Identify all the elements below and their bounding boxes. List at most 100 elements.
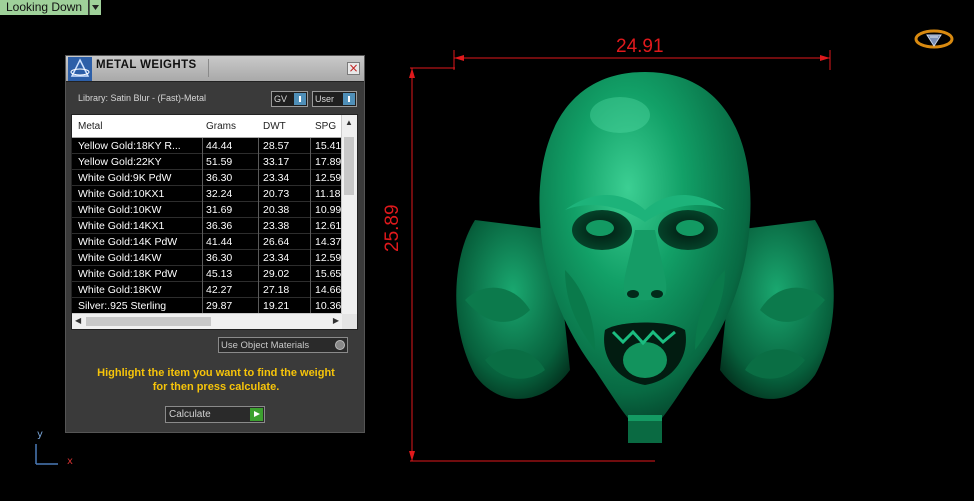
axis-x-label: x <box>67 456 73 467</box>
app-logo-icon <box>68 57 92 81</box>
vertical-scrollbar[interactable]: ▲ <box>341 115 357 314</box>
column-divider <box>258 218 259 234</box>
table-cell: 29.87 <box>206 300 233 312</box>
metal-weights-dialog: METAL WEIGHTS × Library: Satin Blur - (F… <box>65 55 365 433</box>
table-cell: 15.41 <box>315 140 342 152</box>
height-dimension-label: 25.89 <box>382 204 403 252</box>
table-cell: 17.89 <box>315 156 342 168</box>
table-cell: 14.37 <box>315 236 342 248</box>
table-cell: 23.34 <box>263 252 290 264</box>
table-body: Yellow Gold:18KY R... 44.44 28.57 15.41 Yell… <box>72 138 342 314</box>
table-cell: 23.34 <box>263 172 290 184</box>
table-row[interactable]: White Gold:9K PdW 36.30 23.34 12.59 <box>72 170 342 186</box>
table-cell: 45.13 <box>206 268 233 280</box>
table-cell: 36.36 <box>206 220 233 232</box>
column-divider <box>258 234 259 250</box>
column-divider <box>310 266 311 282</box>
table-cell: 33.17 <box>263 156 290 168</box>
table-cell: 12.61 <box>315 220 342 232</box>
calculate-button[interactable]: Calculate <box>165 406 265 423</box>
column-divider <box>310 234 311 250</box>
table-row[interactable]: White Gold:18K PdW 45.13 29.02 15.65 <box>72 266 342 282</box>
gv-dropdown[interactable]: GV <box>271 91 308 107</box>
table-row[interactable]: White Gold:18KW 42.27 27.18 14.66 <box>72 282 342 298</box>
dropdown-toggle-icon[interactable] <box>294 93 306 105</box>
play-arrow-icon[interactable] <box>250 408 263 421</box>
column-divider <box>202 138 203 154</box>
column-divider <box>202 154 203 170</box>
column-divider <box>202 186 203 202</box>
table-cell: White Gold:14KW <box>78 252 162 264</box>
scroll-corner <box>342 314 357 329</box>
table-cell: 51.59 <box>206 156 233 168</box>
metal-weights-table: Metal Grams DWT SPG Yellow Gold:18KY R..… <box>71 114 358 330</box>
use-object-materials-dropdown[interactable]: Use Object Materials <box>218 337 348 353</box>
column-header-grams[interactable]: Grams <box>206 121 236 132</box>
table-cell: 44.44 <box>206 140 233 152</box>
column-divider <box>310 250 311 266</box>
table-cell: 26.64 <box>263 236 290 248</box>
column-header-dwt[interactable]: DWT <box>263 121 286 132</box>
table-cell: White Gold:14KX1 <box>78 220 165 232</box>
dialog-titlebar[interactable]: METAL WEIGHTS × <box>66 56 364 82</box>
column-divider <box>310 170 311 186</box>
table-row[interactable]: Yellow Gold:22KY 51.59 33.17 17.89 <box>72 154 342 170</box>
column-divider <box>310 282 311 298</box>
user-dropdown[interactable]: User <box>312 91 357 107</box>
table-cell: 19.21 <box>263 300 290 312</box>
table-cell: 10.99 <box>315 204 342 216</box>
table-header: Metal Grams DWT SPG <box>72 115 342 138</box>
horizontal-scrollbar[interactable]: ◀ ▶ <box>72 313 342 329</box>
column-divider <box>258 170 259 186</box>
column-divider <box>202 266 203 282</box>
table-cell: 14.66 <box>315 284 342 296</box>
dropdown-toggle-icon[interactable] <box>343 93 355 105</box>
column-divider <box>258 266 259 282</box>
table-row[interactable]: White Gold:10KX1 32.24 20.73 11.18 <box>72 186 342 202</box>
title-divider <box>208 59 209 77</box>
user-dropdown-value: User <box>315 94 335 104</box>
table-cell: White Gold:9K PdW <box>78 172 172 184</box>
column-divider <box>202 250 203 266</box>
table-row[interactable]: Silver:.925 Sterling 29.87 19.21 10.36 <box>72 298 342 314</box>
table-row[interactable]: White Gold:10KW 31.69 20.38 10.99 <box>72 202 342 218</box>
column-divider <box>202 170 203 186</box>
instruction-line-1: Highlight the item you want to find the … <box>97 367 335 379</box>
table-cell: 12.59 <box>315 252 342 264</box>
column-header-spg[interactable]: SPG <box>315 121 336 132</box>
table-cell: 42.27 <box>206 284 233 296</box>
column-divider <box>310 218 311 234</box>
column-divider <box>202 218 203 234</box>
table-cell: White Gold:14K PdW <box>78 236 178 248</box>
table-row[interactable]: White Gold:14KW 36.30 23.34 12.59 <box>72 250 342 266</box>
table-cell: 11.18 <box>315 188 341 200</box>
table-cell: 23.38 <box>263 220 290 232</box>
table-cell: 36.30 <box>206 172 233 184</box>
axis-y-label: y <box>37 429 43 440</box>
dropdown-knob-icon[interactable] <box>335 340 345 350</box>
column-divider <box>258 250 259 266</box>
table-cell: Yellow Gold:18KY R... <box>78 140 181 152</box>
table-row[interactable]: White Gold:14K PdW 41.44 26.64 14.37 <box>72 234 342 250</box>
table-row[interactable]: Yellow Gold:18KY R... 44.44 28.57 15.41 <box>72 138 342 154</box>
scroll-left-icon[interactable]: ◀ <box>75 316 81 325</box>
column-divider <box>202 298 203 314</box>
column-divider <box>310 154 311 170</box>
scroll-up-icon[interactable]: ▲ <box>345 118 353 127</box>
column-header-metal[interactable]: Metal <box>78 121 102 132</box>
column-divider <box>202 202 203 218</box>
scroll-right-icon[interactable]: ▶ <box>333 316 339 325</box>
table-cell: Silver:.925 Sterling <box>78 300 167 312</box>
scroll-thumb[interactable] <box>344 137 354 195</box>
instruction-line-2: for then press calculate. <box>152 381 280 393</box>
column-divider <box>258 138 259 154</box>
column-divider <box>202 282 203 298</box>
3d-viewport[interactable]: Looking Down 24.91 25.89 y x METAL WEIGH… <box>0 0 974 501</box>
close-icon[interactable]: × <box>347 62 360 75</box>
column-divider <box>258 298 259 314</box>
scroll-thumb[interactable] <box>86 317 211 326</box>
table-row[interactable]: White Gold:14KX1 36.36 23.38 12.61 <box>72 218 342 234</box>
column-divider <box>258 282 259 298</box>
table-cell: 27.18 <box>263 284 290 296</box>
table-cell: 20.38 <box>263 204 290 216</box>
